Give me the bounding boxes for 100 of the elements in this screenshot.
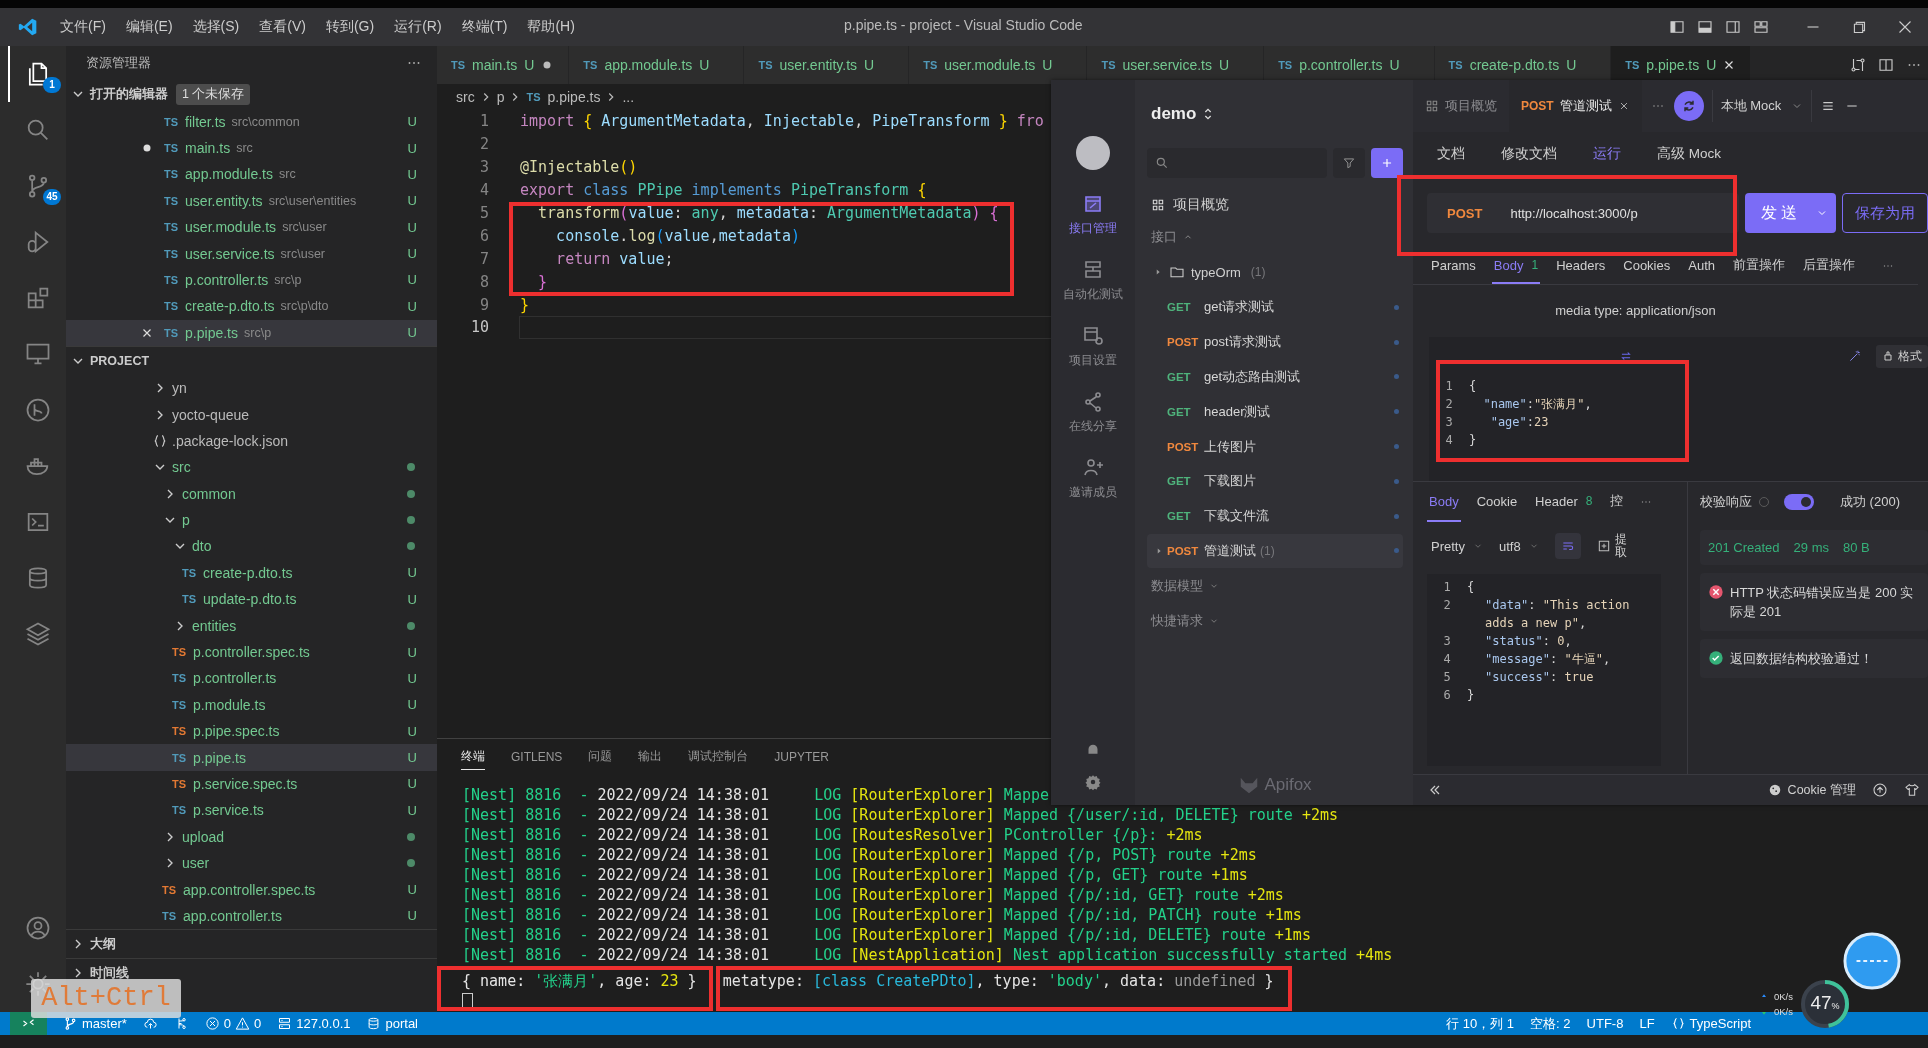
api-item[interactable]: POST 上传图片	[1147, 429, 1403, 464]
request-section-tab[interactable]: Auth	[1686, 248, 1717, 284]
encoding-select[interactable]: utf8	[1498, 538, 1539, 554]
api-item[interactable]: GET get请求测试	[1147, 290, 1403, 325]
shirt-icon[interactable]	[1904, 782, 1920, 798]
api-item[interactable]: POST 管道测试 (1)	[1147, 533, 1403, 569]
folder-item[interactable]: typeOrm (1)	[1147, 254, 1403, 290]
tree-item[interactable]: TS create-p.dto.ts U	[66, 559, 437, 587]
tree-item[interactable]: common	[66, 480, 437, 507]
response-tab[interactable]: Body	[1427, 482, 1461, 522]
problems-status[interactable]: 0 0	[204, 1016, 262, 1031]
editor-tab[interactable]: TS main.ts U	[437, 46, 570, 84]
body-editor[interactable]: 格式 1 { 2 "name":"张满月", 3 "age":23 4 }	[1429, 337, 1928, 481]
menu-item[interactable]: 终端(T)	[461, 18, 508, 36]
open-editor-item[interactable]: TS user.entity.ts src\user\entities U	[66, 187, 437, 214]
language-mode[interactable]: TypeScript	[1670, 1016, 1751, 1031]
rail-item[interactable]: 项目设置	[1069, 324, 1117, 368]
tree-item[interactable]: entities	[66, 612, 437, 639]
rail-item[interactable]: 在线分享	[1069, 390, 1117, 434]
account-icon[interactable]	[24, 914, 52, 942]
tree-item[interactable]: .package-lock.json	[66, 427, 437, 455]
open-editor-item[interactable]: TS create-p.dto.ts src\p\dto U	[66, 293, 437, 320]
response-tab[interactable]: 控	[1608, 482, 1626, 522]
layout-icon[interactable]	[1752, 18, 1770, 36]
tree-item[interactable]: TS app.controller.spec.ts U	[66, 876, 437, 903]
tree-item[interactable]: yocto-queue	[66, 401, 437, 428]
secondary-sidebar-icon[interactable]	[1724, 18, 1742, 36]
open-editor-item[interactable]: TS app.module.ts src U	[66, 161, 437, 188]
line-ending[interactable]: LF	[1639, 1016, 1655, 1031]
tree-item[interactable]: src	[66, 454, 437, 481]
commit-graph-icon[interactable]	[24, 396, 52, 424]
format-select[interactable]: Pretty	[1431, 538, 1483, 554]
menu-item[interactable]: 文件(F)	[60, 18, 106, 36]
panel-tab[interactable]: 输出	[638, 742, 663, 770]
editor-tab[interactable]: TS user.module.ts U	[909, 46, 1088, 84]
url-field[interactable]: POST http://localhost:3000/p	[1427, 193, 1739, 233]
branch-status[interactable]: master*	[63, 1016, 127, 1031]
api-item[interactable]: GET 下载文件流	[1147, 498, 1403, 534]
response-tab[interactable]: Cookie	[1474, 482, 1520, 522]
mode-tab[interactable]: 修改文档	[1501, 132, 1557, 178]
rail-item[interactable]: 接口管理	[1069, 192, 1117, 236]
request-section-tab[interactable]: 前置操作	[1731, 248, 1787, 284]
mode-tab[interactable]: 高级 Mock	[1657, 132, 1721, 178]
rail-item[interactable]: 邀请成员	[1069, 456, 1117, 500]
tree-item[interactable]: yn	[66, 374, 437, 402]
swap-icon[interactable]	[1619, 349, 1633, 363]
tree-item[interactable]: TS app.controller.ts U	[66, 902, 437, 930]
avatar[interactable]	[1076, 136, 1110, 170]
breadcrumb-item[interactable]: p.pipe.ts	[547, 89, 601, 105]
panel-tab[interactable]: 问题	[588, 742, 613, 770]
settings-icon[interactable]	[1084, 773, 1102, 791]
panel-tab[interactable]: 调试控制台	[688, 742, 749, 770]
editor-tab[interactable]: TS app.module.ts U	[569, 46, 745, 84]
format-button[interactable]: 格式	[1876, 344, 1928, 368]
refresh-button[interactable]	[1673, 91, 1704, 121]
tree-item[interactable]: user	[66, 849, 437, 877]
section-header[interactable]: 大纲	[66, 929, 437, 959]
tree-item[interactable]: dto	[66, 533, 437, 560]
indentation[interactable]: 空格: 2	[1530, 1014, 1571, 1033]
response-tab[interactable]: Header 8	[1533, 482, 1595, 522]
open-editor-item[interactable]: TS user.module.ts src\user U	[66, 214, 437, 241]
panel-tab[interactable]: GITLENS	[511, 743, 563, 769]
open-editor-item[interactable]: TS user.service.ts src\user U	[66, 240, 437, 267]
save-button[interactable]: 保存为用	[1842, 193, 1928, 233]
encoding[interactable]: UTF-8	[1586, 1016, 1624, 1031]
breadcrumb-item[interactable]: p	[496, 89, 505, 105]
request-section-tab[interactable]: Headers	[1554, 248, 1608, 284]
open-editor-item[interactable]: TS filter.ts src\common U	[66, 108, 437, 135]
filter-button[interactable]	[1333, 148, 1365, 178]
overview-item[interactable]: 项目概览	[1147, 190, 1403, 220]
breadcrumb-item[interactable]: ...	[622, 89, 635, 105]
request-tab[interactable]: POST 管道测试	[1509, 80, 1642, 132]
rail-item[interactable]: 自动化测试	[1063, 258, 1123, 302]
activity-tab[interactable]: 45	[8, 158, 66, 214]
panel-tab[interactable]: JUPYTER	[774, 743, 830, 769]
help-icon[interactable]	[1758, 496, 1770, 508]
tree-item[interactable]: TS update-p.dto.ts U	[66, 586, 437, 613]
open-editor-item[interactable]: TS p.controller.ts src\p U	[66, 266, 437, 294]
menu-item[interactable]: 编辑(E)	[125, 18, 173, 36]
cookie-manager-button[interactable]: Cookie 管理	[1767, 781, 1856, 799]
request-section-tab[interactable]: Cookies	[1621, 248, 1673, 284]
assistant-ball-icon[interactable]	[1843, 932, 1901, 990]
database-status[interactable]: portal	[366, 1016, 418, 1031]
compare-icon[interactable]	[1849, 56, 1867, 74]
breadcrumb-item[interactable]: src	[456, 89, 475, 105]
menu-item[interactable]: 帮助(H)	[527, 18, 575, 36]
tree-item[interactable]: TS p.service.ts U	[66, 797, 437, 824]
environment-select[interactable]: 本地 Mock	[1711, 90, 1813, 122]
search-field[interactable]	[1147, 148, 1327, 178]
panel-tab[interactable]: 终端	[461, 742, 485, 770]
magic-wand-icon[interactable]	[1848, 349, 1862, 363]
add-button[interactable]	[1371, 148, 1403, 178]
tree-item[interactable]: p	[66, 506, 437, 534]
menu-item[interactable]: 查看(V)	[259, 18, 306, 36]
split-editor-icon[interactable]	[1877, 56, 1895, 74]
tree-item[interactable]: TS p.controller.ts U	[66, 665, 437, 692]
menu-item[interactable]: 转到(G)	[325, 18, 375, 36]
cloud-sync-icon[interactable]	[142, 1016, 158, 1031]
section-toggle[interactable]: 接口	[1147, 220, 1403, 254]
section-header[interactable]: 打开的编辑器 1 个未保存	[66, 80, 437, 109]
